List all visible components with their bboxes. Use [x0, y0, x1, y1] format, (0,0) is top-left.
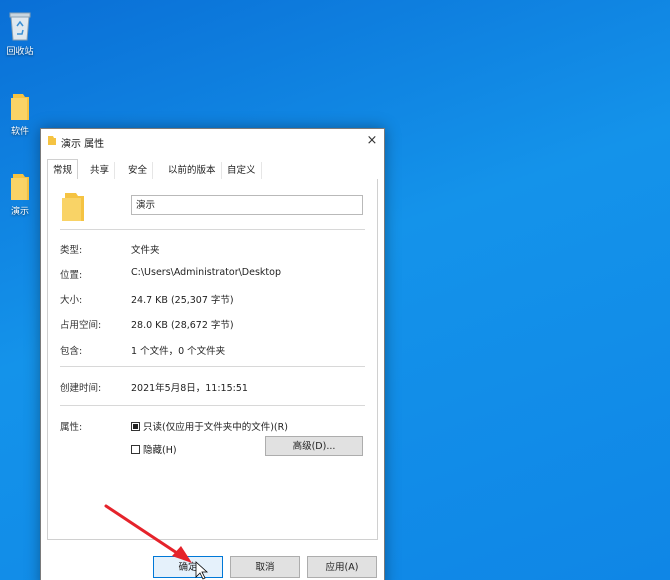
folder-icon [62, 193, 84, 221]
location-label: 位置: [60, 270, 83, 281]
created-label: 创建时间: [60, 383, 102, 394]
close-button[interactable]: × [360, 129, 384, 153]
divider [60, 405, 365, 406]
folder-icon [11, 174, 29, 200]
desktop-icon-demo-folder[interactable]: 演示 [0, 172, 40, 217]
size-on-disk-label: 占用空间: [60, 320, 102, 331]
close-icon: × [366, 133, 378, 148]
readonly-checkbox[interactable] [131, 422, 140, 431]
desktop-icon-software-folder[interactable]: 软件 [0, 92, 40, 137]
contains-value: 1 个文件，0 个文件夹 [131, 346, 226, 357]
folder-icon [48, 136, 56, 145]
recycle-bin-icon [9, 12, 31, 41]
hidden-checkbox[interactable] [131, 445, 140, 454]
created-value: 2021年5月8日，11:15:51 [131, 383, 248, 394]
type-label: 类型: [60, 245, 83, 256]
hidden-label: 隐藏(H) [143, 445, 177, 456]
divider [60, 366, 365, 367]
tab-security[interactable]: 安全 [123, 162, 154, 179]
divider [60, 229, 365, 230]
desktop-icon-label: 软件 [10, 127, 29, 137]
ok-button[interactable]: 确定 [153, 556, 223, 578]
desktop-icon-label: 回收站 [6, 47, 34, 57]
hidden-checkbox-row[interactable]: 隐藏(H) [131, 442, 177, 456]
apply-button[interactable]: 应用(A) [307, 556, 377, 578]
general-panel: 演示 类型: 文件夹 位置: C:\Users\Administrator\De… [47, 179, 378, 540]
size-on-disk-value: 28.0 KB (28,672 字节) [131, 320, 234, 331]
window-title: 演示 属性 [61, 139, 105, 150]
type-value: 文件夹 [131, 245, 160, 256]
tab-previous-versions[interactable]: 以前的版本 [163, 162, 222, 179]
tab-strip: 常规 共享 安全 以前的版本 自定义 [47, 159, 378, 182]
location-value: C:\Users\Administrator\Desktop [131, 267, 281, 278]
readonly-checkbox-row[interactable]: 只读(仅应用于文件夹中的文件)(R) [131, 419, 288, 433]
desktop: 回收站 软件 演示 演示 属性 × 常规 共享 安全 以前的版本 自定义 演示 … [0, 0, 670, 580]
properties-dialog: 演示 属性 × 常规 共享 安全 以前的版本 自定义 演示 类型: 文件夹 位置… [40, 128, 385, 580]
desktop-icon-label: 演示 [10, 207, 29, 217]
folder-name-input[interactable]: 演示 [131, 195, 363, 215]
desktop-icon-recycle-bin[interactable]: 回收站 [0, 10, 40, 57]
size-value: 24.7 KB (25,307 字节) [131, 295, 234, 306]
advanced-button[interactable]: 高级(D)... [265, 436, 363, 456]
tab-customize[interactable]: 自定义 [222, 162, 262, 179]
cancel-button[interactable]: 取消 [230, 556, 300, 578]
size-label: 大小: [60, 295, 83, 306]
readonly-label: 只读(仅应用于文件夹中的文件)(R) [143, 422, 288, 433]
folder-icon [11, 94, 29, 120]
tab-sharing[interactable]: 共享 [85, 162, 116, 179]
contains-label: 包含: [60, 346, 83, 357]
attributes-label: 属性: [60, 422, 83, 433]
title-bar[interactable]: 演示 属性 × [41, 129, 384, 153]
